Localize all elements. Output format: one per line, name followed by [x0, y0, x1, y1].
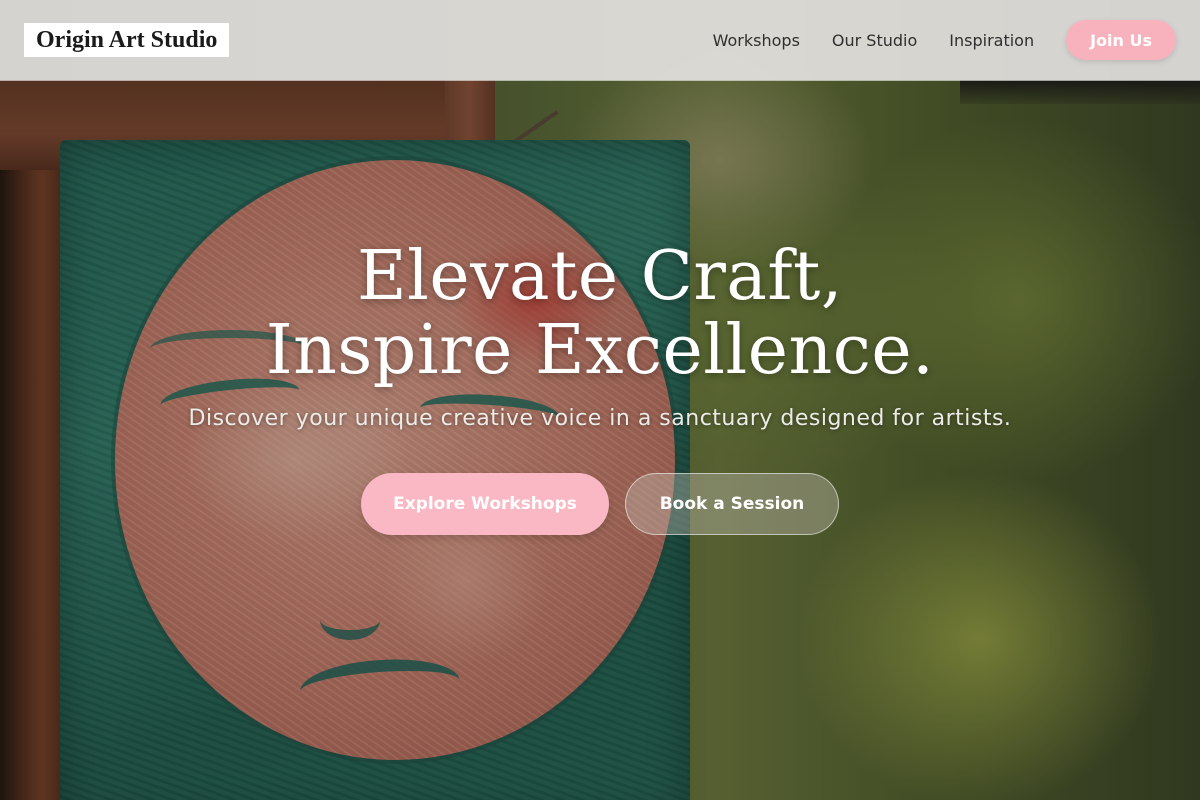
site-logo[interactable]: Origin Art Studio — [24, 23, 230, 57]
hero-title: Elevate Craft, Inspire Excellence. — [0, 240, 1200, 388]
nav-link-workshops[interactable]: Workshops — [713, 31, 800, 50]
book-session-button[interactable]: Book a Session — [625, 473, 839, 535]
main-nav: Workshops Our Studio Inspiration Join Us — [713, 20, 1176, 60]
site-header: Origin Art Studio Workshops Our Studio I… — [0, 0, 1200, 80]
hero-actions: Explore Workshops Book a Session — [0, 473, 1200, 535]
nav-link-our-studio[interactable]: Our Studio — [832, 31, 917, 50]
hero-section: Elevate Craft, Inspire Excellence. Disco… — [0, 240, 1200, 535]
join-us-button[interactable]: Join Us — [1066, 20, 1176, 60]
explore-workshops-button[interactable]: Explore Workshops — [361, 473, 609, 535]
hero-title-line-1: Elevate Craft, — [357, 237, 843, 316]
hero-title-line-2: Inspire Excellence. — [265, 311, 935, 390]
nav-link-inspiration[interactable]: Inspiration — [949, 31, 1034, 50]
hero-subtitle: Discover your unique creative voice in a… — [188, 406, 1012, 431]
